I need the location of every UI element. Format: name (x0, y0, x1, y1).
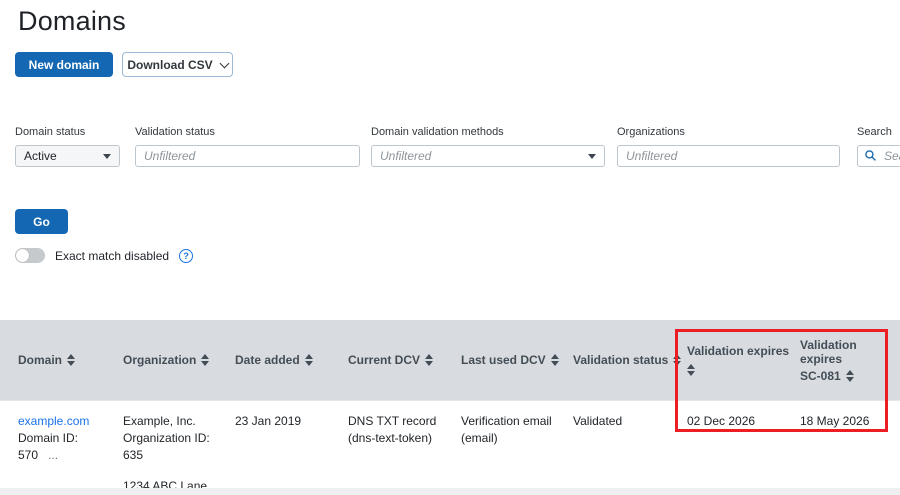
column-label: Date added (235, 353, 300, 367)
exact-match-row: Exact match disabled ? (15, 248, 193, 263)
go-button[interactable]: Go (15, 209, 68, 234)
chevron-down-icon (219, 58, 229, 68)
column-header-domain: Domain (18, 320, 123, 400)
filter-organizations: Organizations (617, 126, 840, 167)
column-header-validation-expires-sc081: Validation expires SC-081 (800, 320, 900, 400)
filter-search: Search (857, 126, 900, 167)
download-csv-label: Download CSV (127, 58, 212, 72)
caret-down-icon (103, 154, 111, 159)
sort-icon[interactable] (551, 354, 559, 366)
org-name: Example, Inc. (123, 413, 225, 430)
caret-down-icon (588, 154, 596, 159)
column-label: Validation status (573, 353, 668, 367)
dcv-methods-select[interactable]: Unfiltered (371, 145, 605, 167)
sort-icon[interactable] (305, 354, 313, 366)
dcv-methods-label: Domain validation methods (371, 126, 605, 138)
search-label: Search (857, 126, 900, 138)
dcv-methods-value: Unfiltered (380, 149, 431, 163)
help-icon[interactable]: ? (179, 249, 193, 263)
table-header-row: Domain Organization Date added Current D… (0, 320, 900, 400)
cell-validation-status: Validated (573, 401, 687, 495)
exact-match-toggle[interactable] (15, 248, 45, 263)
last-dcv-method: Verification email (461, 413, 563, 430)
column-header-date-added: Date added (235, 320, 348, 400)
cell-current-dcv: DNS TXT record (dns-text-token) (348, 401, 461, 495)
search-icon (864, 149, 877, 167)
download-csv-button[interactable]: Download CSV (122, 52, 233, 77)
exact-match-label: Exact match disabled (55, 249, 169, 263)
cell-date-added: 23 Jan 2019 (235, 401, 348, 495)
current-dcv-token: (dns-text-token) (348, 430, 451, 447)
table-row: example.com Domain ID: 570... Example, I… (0, 400, 900, 488)
validation-status-label: Validation status (135, 126, 360, 138)
organizations-label: Organizations (617, 126, 840, 138)
domain-status-value: Active (24, 149, 57, 163)
org-id: Organization ID: 635 (123, 430, 225, 464)
column-label: Validation expires (800, 338, 890, 366)
page-title: Domains (18, 6, 126, 37)
filter-dcv-methods: Domain validation methods Unfiltered (371, 126, 605, 167)
column-label: Organization (123, 353, 196, 367)
column-header-validation-status: Validation status (573, 320, 687, 400)
validation-status-input[interactable] (135, 145, 360, 167)
row-overflow-ellipsis[interactable]: ... (48, 448, 58, 462)
sort-icon[interactable] (67, 354, 75, 366)
column-label: Validation expires (687, 344, 789, 358)
domain-link[interactable]: example.com (18, 414, 89, 428)
sort-icon[interactable] (425, 354, 433, 366)
column-label: Domain (18, 353, 62, 367)
cell-organization: Example, Inc. Organization ID: 635 1234 … (123, 401, 235, 495)
column-label: SC-081 (800, 369, 841, 383)
column-header-validation-expires: Validation expires (687, 320, 800, 400)
sort-icon[interactable] (201, 354, 209, 366)
cell-domain: example.com Domain ID: 570... (18, 401, 123, 495)
sort-icon[interactable] (673, 354, 681, 366)
column-label: Last used DCV (461, 353, 546, 367)
sort-icon[interactable] (687, 364, 695, 376)
organizations-input[interactable] (617, 145, 840, 167)
column-label: Current DCV (348, 353, 420, 367)
domain-status-select[interactable]: Active (15, 145, 120, 167)
cell-last-used-dcv: Verification email (email) (461, 401, 573, 495)
sort-icon[interactable] (846, 370, 854, 382)
column-header-last-used-dcv: Last used DCV (461, 320, 573, 400)
domain-status-label: Domain status (15, 126, 120, 138)
current-dcv-method: DNS TXT record (348, 413, 451, 430)
column-header-organization: Organization (123, 320, 235, 400)
filter-domain-status: Domain status Active (15, 126, 120, 167)
domains-table: Domain Organization Date added Current D… (0, 320, 900, 488)
cell-validation-expires-sc081: 18 May 2026 (800, 401, 900, 495)
cell-validation-expires: 02 Dec 2026 (687, 401, 800, 495)
column-header-current-dcv: Current DCV (348, 320, 461, 400)
last-dcv-token: (email) (461, 430, 563, 447)
filter-validation-status: Validation status (135, 126, 360, 167)
table-footer-strip (0, 488, 900, 495)
new-domain-button[interactable]: New domain (15, 52, 113, 77)
